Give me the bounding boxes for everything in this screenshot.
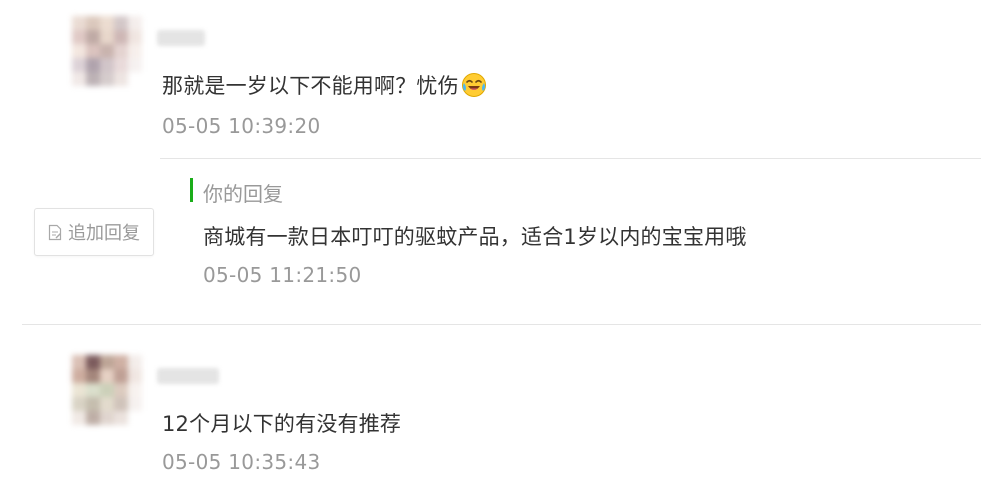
comment-text-body: 那就是一岁以下不能用啊？忧伤 bbox=[162, 74, 459, 98]
comment-time: 05-05 10:39:20 bbox=[162, 114, 321, 138]
comment-list: 那就是一岁以下不能用啊？忧伤 05-05 10:39:20 你的回复 追加回复 … bbox=[0, 0, 981, 481]
reply-divider bbox=[160, 158, 981, 159]
username-redacted[interactable] bbox=[157, 30, 205, 46]
reply-text: 商城有一款日本叮叮的驱蚊产品，适合1岁以内的宝宝用哦 bbox=[203, 225, 747, 249]
avatar[interactable] bbox=[72, 16, 142, 86]
avatar[interactable] bbox=[72, 355, 142, 425]
reply-heading: 你的回复 bbox=[203, 182, 283, 206]
append-reply-label: 追加回复 bbox=[68, 223, 140, 244]
append-reply-button[interactable]: 追加回复 bbox=[34, 208, 154, 256]
comment-time: 05-05 10:35:43 bbox=[162, 450, 321, 474]
edit-note-icon bbox=[48, 224, 62, 240]
comment-text: 那就是一岁以下不能用啊？忧伤 bbox=[162, 70, 487, 100]
laughing-crying-emoji-icon bbox=[461, 73, 486, 97]
comment-text: 12个月以下的有没有推荐 bbox=[162, 412, 402, 436]
comment-divider bbox=[22, 324, 981, 325]
reply-time: 05-05 11:21:50 bbox=[203, 263, 362, 287]
reply-accent-bar bbox=[190, 178, 193, 202]
username-redacted[interactable] bbox=[157, 368, 219, 384]
